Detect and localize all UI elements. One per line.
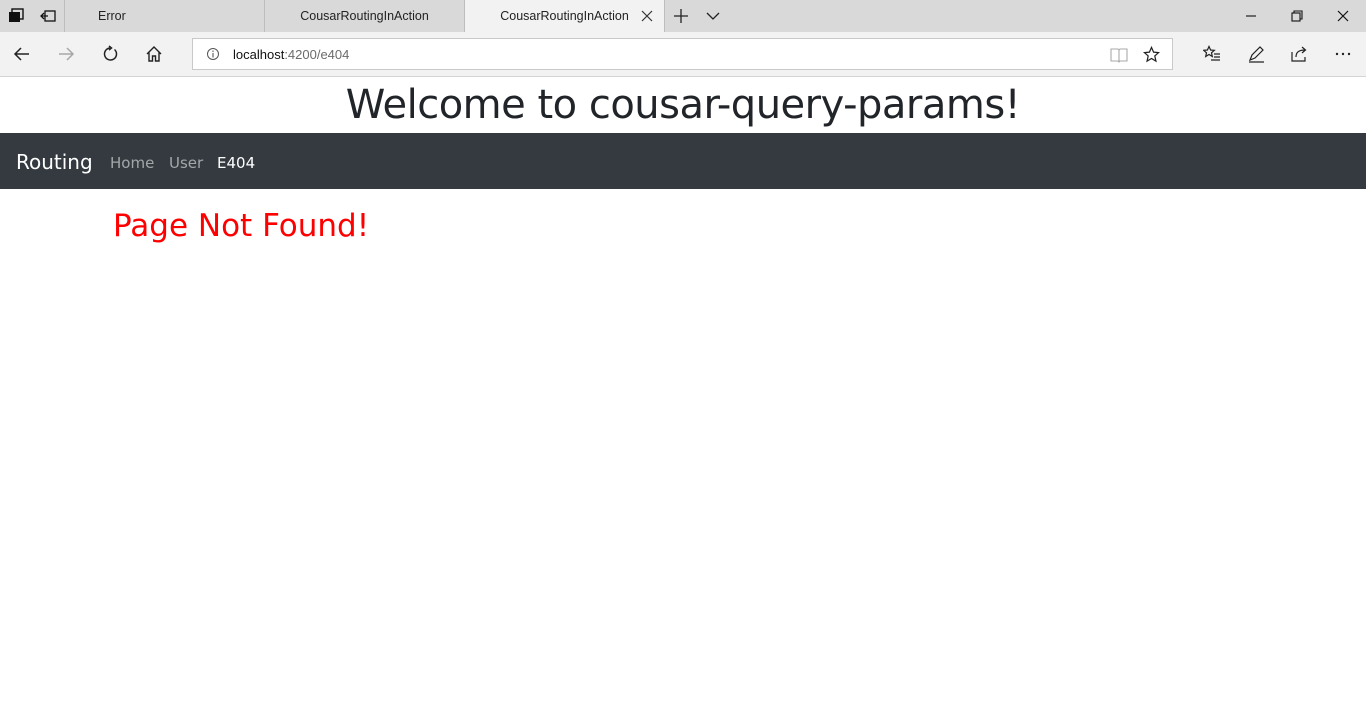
more-icon[interactable] [1321, 32, 1365, 76]
not-found-message: Page Not Found! [113, 208, 370, 244]
chevron-down-icon[interactable] [697, 0, 729, 32]
tab-error[interactable]: Error [64, 0, 264, 32]
tab-title: CousarRoutingInAction [500, 9, 629, 23]
browser-toolbar: localhost:4200/e404 [0, 32, 1366, 77]
favorites-list-icon[interactable] [1190, 32, 1234, 76]
info-icon[interactable] [206, 47, 220, 61]
restore-icon[interactable] [1274, 0, 1320, 32]
book-icon[interactable] [1110, 47, 1128, 63]
share-icon[interactable] [1277, 32, 1321, 76]
forward-arrow-icon[interactable] [44, 32, 88, 76]
url-path: :4200/e404 [284, 47, 350, 62]
close-window-icon[interactable] [1320, 0, 1366, 32]
minimize-icon[interactable] [1228, 0, 1274, 32]
home-icon[interactable] [132, 32, 176, 76]
page-title: Welcome to cousar-query-params! [345, 82, 1021, 128]
address-bar[interactable]: localhost:4200/e404 [192, 38, 1173, 70]
nav-link-home[interactable]: Home [110, 154, 154, 172]
navbar-brand[interactable]: Routing [16, 150, 93, 174]
nav-link-user[interactable]: User [169, 154, 203, 172]
browser-tab-strip: Error CousarRoutingInAction CousarRoutin… [0, 0, 1366, 32]
url-text: localhost:4200/e404 [233, 47, 349, 62]
app-navbar: Routing Home User E404 [0, 133, 1366, 189]
url-host: localhost [233, 47, 285, 62]
tab-title: CousarRoutingInAction [300, 9, 429, 23]
tab-cousar-routing[interactable]: CousarRoutingInAction [264, 0, 464, 32]
tab-actions [664, 0, 729, 32]
tabs-aside-icon[interactable] [0, 0, 32, 32]
star-icon[interactable] [1143, 46, 1160, 63]
back-arrow-icon[interactable] [0, 32, 44, 76]
tab-title: Error [98, 9, 126, 23]
plus-icon[interactable] [665, 0, 697, 32]
tab-cousar-routing-active[interactable]: CousarRoutingInAction [464, 0, 664, 32]
tab-preview-icon[interactable] [32, 0, 64, 32]
close-icon[interactable] [640, 9, 654, 23]
nav-link-e404[interactable]: E404 [217, 154, 255, 172]
refresh-icon[interactable] [88, 32, 132, 76]
pen-icon[interactable] [1234, 32, 1278, 76]
